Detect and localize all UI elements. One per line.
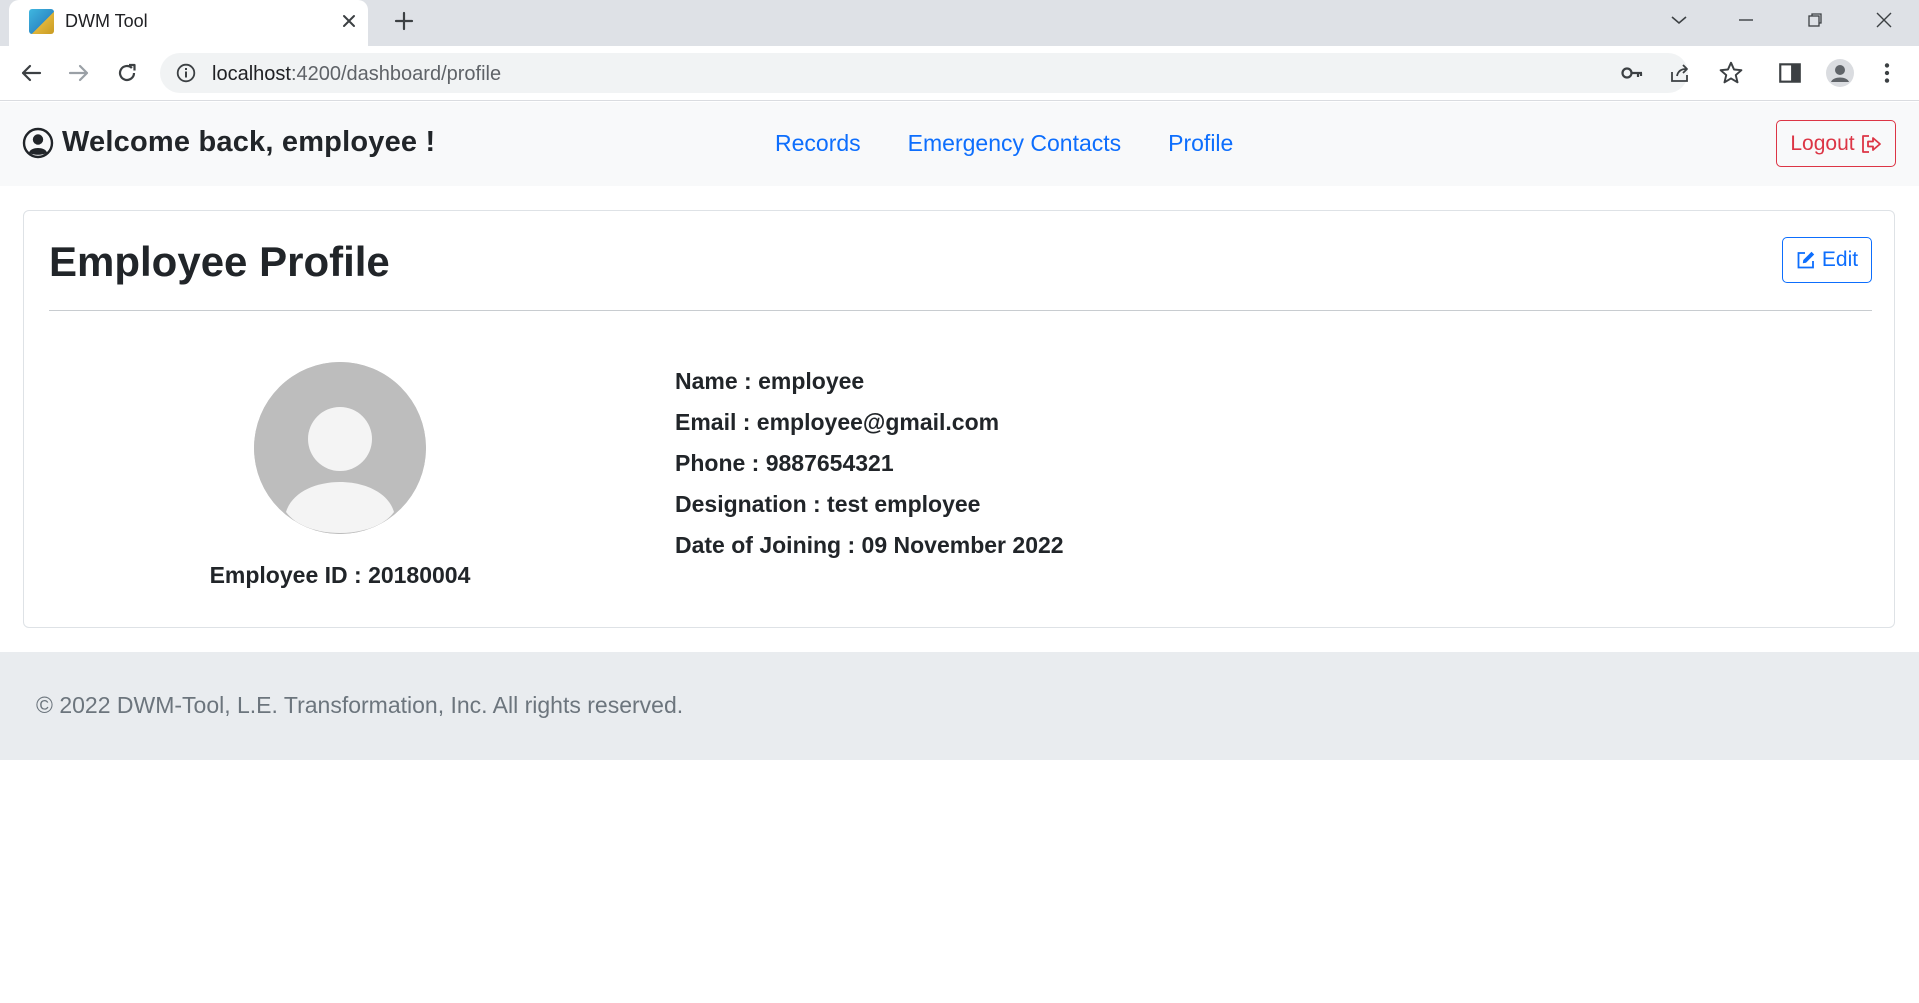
url-path: :4200/dashboard/profile bbox=[290, 63, 502, 85]
side-panel-icon[interactable] bbox=[1777, 60, 1803, 86]
profile-avatar bbox=[254, 362, 426, 534]
profile-avatar-icon[interactable] bbox=[1825, 58, 1855, 88]
edit-profile-button[interactable]: Edit bbox=[1782, 237, 1872, 283]
detail-name: Name : employee bbox=[675, 368, 865, 394]
detail-date-of-joining: Date of Joining : 09 November 2022 bbox=[675, 532, 1064, 558]
close-tab-icon[interactable] bbox=[334, 6, 364, 36]
title-divider bbox=[49, 310, 1872, 311]
close-window-icon[interactable] bbox=[1855, 0, 1913, 40]
reload-icon[interactable] bbox=[110, 56, 144, 90]
restore-window-icon[interactable] bbox=[1786, 0, 1844, 40]
page-title: Employee Profile bbox=[49, 238, 390, 285]
logout-button[interactable]: Logout bbox=[1776, 120, 1896, 167]
detail-designation: Designation : test employee bbox=[675, 491, 981, 517]
profile-card: Employee Profile Edit Employee ID : 2018… bbox=[23, 210, 1895, 628]
app-navbar: Welcome back, employee ! Records Emergen… bbox=[0, 102, 1919, 186]
user-circle-icon bbox=[22, 127, 54, 158]
nav-link-records[interactable]: Records bbox=[775, 130, 861, 157]
new-tab-plus-icon[interactable] bbox=[389, 6, 419, 36]
bookmark-star-icon[interactable] bbox=[1718, 60, 1744, 86]
employee-id: Employee ID : 20180004 bbox=[209, 562, 471, 588]
app-favicon-icon bbox=[29, 9, 54, 34]
key-icon[interactable] bbox=[1620, 61, 1644, 85]
nav-links: Records Emergency Contacts Profile bbox=[775, 130, 1280, 157]
footer-copyright: © 2022 DWM-Tool, L.E. Transformation, In… bbox=[36, 692, 684, 718]
nav-link-profile[interactable]: Profile bbox=[1168, 130, 1233, 157]
default-avatar-icon bbox=[254, 362, 426, 534]
page-footer: © 2022 DWM-Tool, L.E. Transformation, In… bbox=[0, 652, 1919, 760]
minimize-window-icon[interactable] bbox=[1717, 0, 1775, 40]
url-host: localhost bbox=[212, 63, 291, 85]
browser-tab[interactable]: DWM Tool bbox=[9, 0, 368, 46]
browser-toolbar: localhost:4200/dashboard/profile bbox=[0, 46, 1919, 101]
tab-search-chevron-icon[interactable] bbox=[1650, 0, 1708, 40]
nav-link-emergency-contacts[interactable]: Emergency Contacts bbox=[908, 130, 1121, 157]
url-text: localhost:4200/dashboard/profile bbox=[212, 63, 501, 86]
detail-phone: Phone : 9887654321 bbox=[675, 450, 894, 476]
logout-label: Logout bbox=[1790, 131, 1855, 155]
logout-arrow-icon bbox=[1861, 134, 1881, 153]
welcome-text: Welcome back, employee ! bbox=[62, 126, 436, 158]
browser-tabstrip: DWM Tool bbox=[0, 0, 1919, 46]
edit-label: Edit bbox=[1821, 248, 1859, 271]
back-arrow-icon[interactable] bbox=[14, 56, 48, 90]
forward-arrow-icon[interactable] bbox=[62, 56, 96, 90]
profile-details: Name : employee Email : employee@gmail.c… bbox=[675, 361, 1064, 566]
share-icon[interactable] bbox=[1668, 61, 1692, 85]
kebab-menu-icon[interactable] bbox=[1874, 60, 1900, 86]
welcome-brand: Welcome back, employee ! bbox=[22, 126, 435, 159]
detail-email: Email : employee@gmail.com bbox=[675, 409, 1000, 435]
edit-pencil-icon bbox=[1797, 251, 1815, 269]
site-info-icon[interactable] bbox=[176, 63, 196, 83]
address-bar[interactable]: localhost:4200/dashboard/profile bbox=[160, 53, 1688, 93]
tab-title: DWM Tool bbox=[65, 11, 148, 31]
